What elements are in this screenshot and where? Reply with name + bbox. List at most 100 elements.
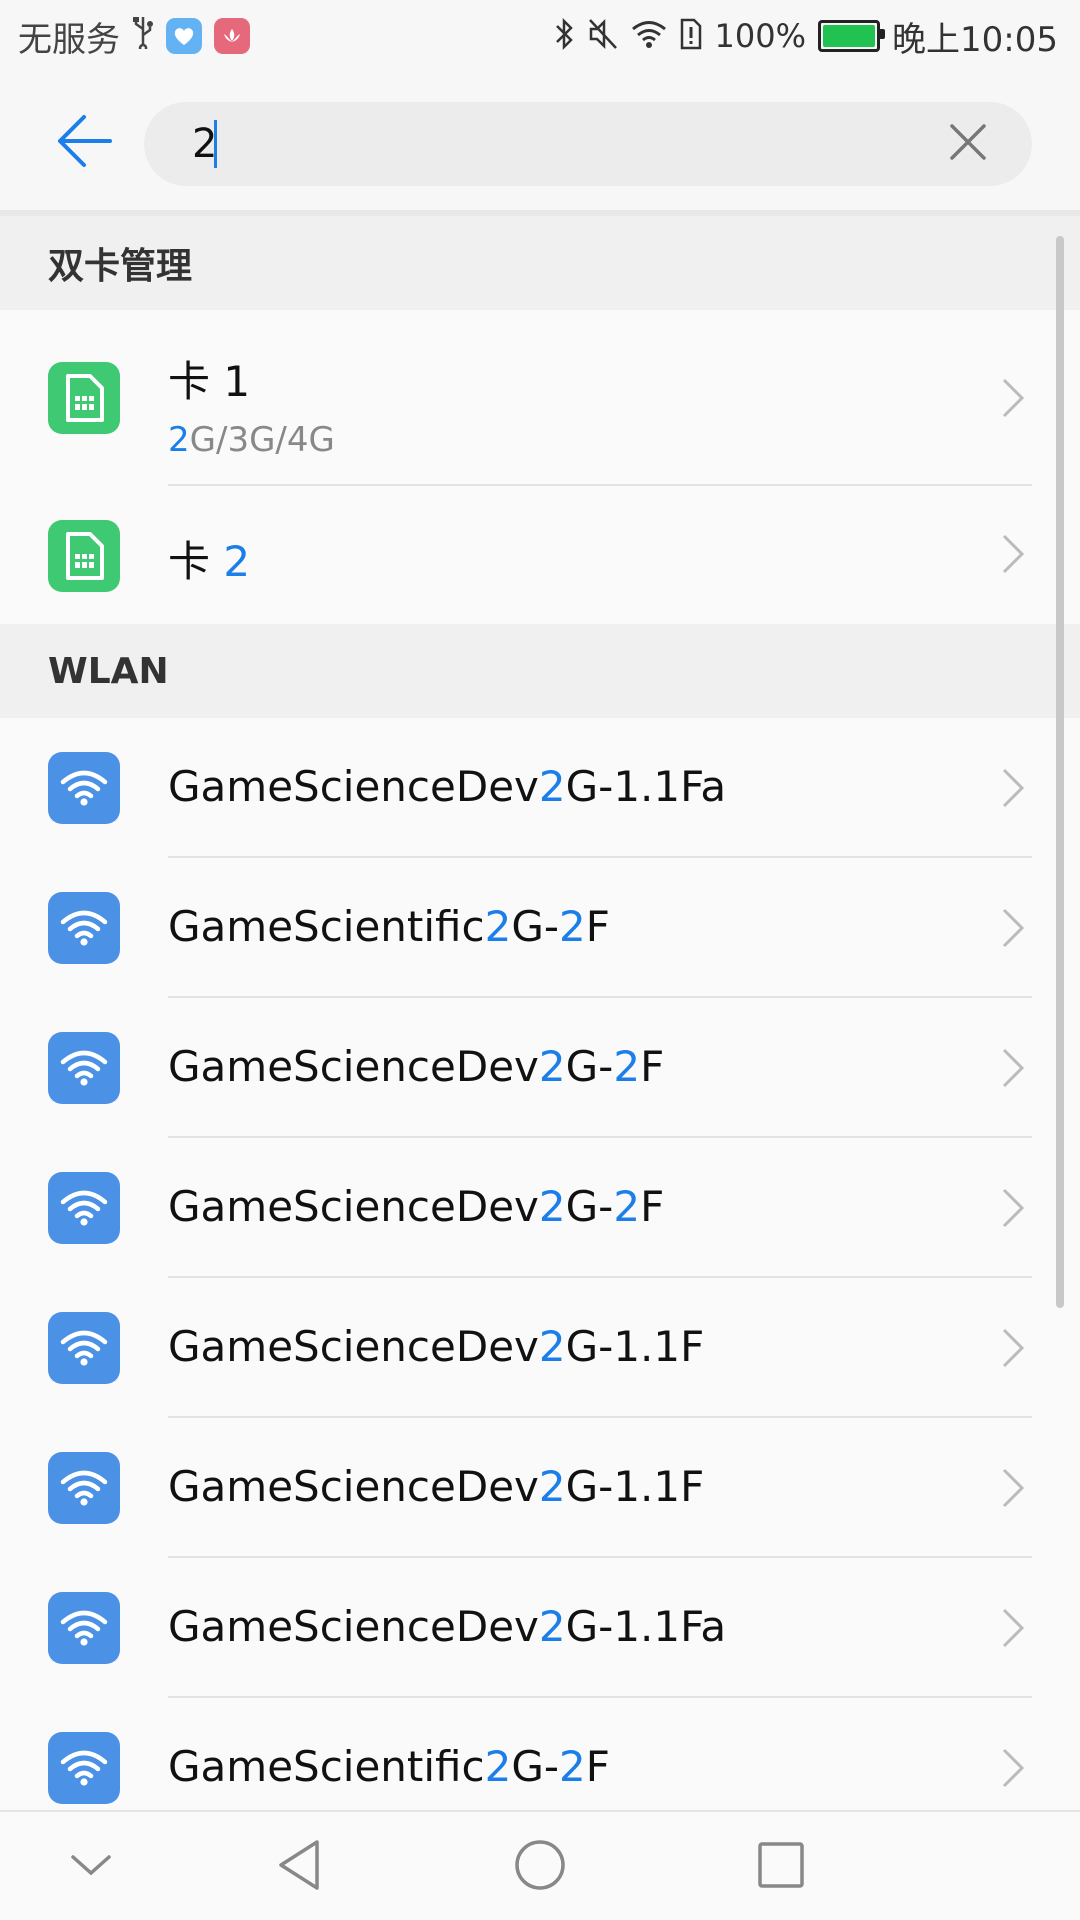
wifi-icon	[48, 1452, 120, 1524]
wifi-icon	[48, 752, 120, 824]
text-cursor	[214, 120, 217, 168]
wifi-icon	[48, 1032, 120, 1104]
wifi-icon	[48, 1172, 120, 1244]
ssid-text: G-	[511, 902, 560, 951]
ssid-text: G-1.1F	[565, 1462, 705, 1511]
ssid-text: GameScientific	[168, 1742, 485, 1791]
navigation-bar	[0, 1810, 1080, 1920]
mute-icon	[587, 17, 619, 55]
list-item-sim-2[interactable]: 卡 2	[0, 486, 1080, 624]
scrollbar[interactable]	[1056, 236, 1064, 1308]
ssid-text: G-	[565, 1042, 614, 1091]
match-highlight: 2	[538, 762, 566, 811]
wifi-signal-icon	[631, 19, 667, 53]
wlan-ssid: GameScienceDev2G-1.1F	[168, 1322, 704, 1371]
sim-1-networks: 2G/3G/4G	[168, 420, 335, 460]
list-item-wlan[interactable]: GameScienceDev2G-2F	[0, 1138, 1080, 1278]
back-arrow-icon	[54, 113, 114, 173]
match-highlight: 2	[613, 1182, 641, 1231]
search-results: 双卡管理 卡 1 2G/3G/4G 卡 2 WLAN GameScienceDe…	[0, 216, 1080, 1810]
sim-card-icon	[48, 362, 120, 434]
chevron-right-icon	[998, 1046, 1028, 1090]
search-header	[0, 72, 1080, 212]
status-right: 100% 晚上10:05	[553, 14, 1058, 60]
circle-home-icon	[513, 1838, 567, 1896]
ssid-text: F	[585, 1742, 610, 1791]
wlan-ssid: GameScienceDev2G-1.1F	[168, 1462, 704, 1511]
wifi-icon	[48, 1732, 120, 1804]
chevron-right-icon	[998, 532, 1028, 576]
wlan-ssid: GameScienceDev2G-1.1Fa	[168, 1602, 726, 1651]
match-highlight: 2	[223, 537, 251, 586]
ssid-text: G-	[511, 1742, 560, 1791]
match-highlight: 2	[613, 1042, 641, 1091]
list-item-wlan[interactable]: GameScientific2G-2F	[0, 1698, 1080, 1810]
carrier-label: 无服务	[18, 19, 120, 60]
match-highlight: 2	[484, 1742, 512, 1791]
match-highlight: 2	[538, 1462, 566, 1511]
chevron-right-icon	[998, 376, 1028, 420]
clock: 晚上10:05	[892, 19, 1058, 60]
battery-icon	[818, 20, 886, 52]
list-item-wlan[interactable]: GameScienceDev2G-1.1Fa	[0, 718, 1080, 858]
match-highlight: 2	[168, 420, 190, 460]
chevron-right-icon	[998, 1746, 1028, 1790]
match-highlight: 2	[538, 1602, 566, 1651]
list-item-wlan[interactable]: GameScienceDev2G-2F	[0, 998, 1080, 1138]
ssid-text: GameScienceDev	[168, 1182, 539, 1231]
search-box[interactable]	[144, 102, 1032, 186]
sim-alert-icon	[679, 17, 703, 55]
ssid-text: GameScienceDev	[168, 1322, 539, 1371]
ssid-text: G-1.1Fa	[565, 1602, 727, 1651]
ssid-text: GameScienceDev	[168, 1462, 539, 1511]
list-item-sim-1[interactable]: 卡 1 2G/3G/4G	[0, 310, 1080, 486]
list-item-wlan[interactable]: GameScienceDev2G-1.1Fa	[0, 1558, 1080, 1698]
status-bar: 无服务 100% 晚上10:05	[0, 0, 1080, 72]
ssid-text: GameScienceDev	[168, 1042, 539, 1091]
hide-nav-button[interactable]	[56, 1832, 126, 1902]
chevron-right-icon	[998, 1326, 1028, 1370]
title-text: 卡	[168, 537, 224, 586]
triangle-back-icon	[275, 1838, 323, 1896]
wlan-ssid: GameScientific2G-2F	[168, 1742, 610, 1791]
chevron-right-icon	[998, 766, 1028, 810]
battery-percent: 100%	[714, 17, 807, 55]
match-highlight: 2	[559, 902, 586, 951]
battery-fill	[823, 25, 876, 47]
ssid-text: F	[640, 1042, 665, 1091]
wlan-list: GameScienceDev2G-1.1Fa GameScientific2G-2…	[0, 718, 1080, 1810]
match-highlight: 2	[484, 902, 512, 951]
sim-1-title: 卡 1	[168, 348, 250, 409]
lotus-app-icon	[214, 18, 250, 54]
chevron-right-icon	[998, 1466, 1028, 1510]
wlan-ssid: GameScienceDev2G-1.1Fa	[168, 762, 726, 811]
match-highlight: 2	[538, 1322, 566, 1371]
nav-back-button[interactable]	[264, 1832, 334, 1902]
list-item-wlan[interactable]: GameScientific2G-2F	[0, 858, 1080, 998]
chevron-down-icon	[69, 1851, 113, 1883]
nav-home-button[interactable]	[505, 1832, 575, 1902]
match-highlight: 2	[538, 1182, 566, 1231]
match-highlight: 2	[559, 1742, 586, 1791]
bluetooth-icon	[553, 16, 575, 56]
ssid-text: GameScientific	[168, 902, 485, 951]
square-recents-icon	[756, 1840, 806, 1894]
ssid-text: G-	[565, 1182, 614, 1231]
ssid-text: F	[585, 902, 610, 951]
back-button[interactable]	[40, 106, 128, 180]
ssid-text: GameScienceDev	[168, 762, 539, 811]
status-left: 无服务	[18, 14, 250, 60]
list-item-wlan[interactable]: GameScienceDev2G-1.1F	[0, 1418, 1080, 1558]
section-header-dual-sim: 双卡管理	[0, 216, 1080, 310]
ssid-text: G-1.1Fa	[565, 762, 727, 811]
match-highlight: 2	[538, 1042, 566, 1091]
title-text: 卡 1	[168, 357, 251, 406]
clear-search-button[interactable]	[940, 116, 996, 172]
chevron-right-icon	[998, 1186, 1028, 1230]
wlan-ssid: GameScientific2G-2F	[168, 902, 610, 951]
sim-2-title: 卡 2	[168, 528, 250, 589]
list-item-wlan[interactable]: GameScienceDev2G-1.1F	[0, 1278, 1080, 1418]
search-input[interactable]	[192, 102, 912, 186]
nav-recents-button[interactable]	[746, 1832, 816, 1902]
chevron-right-icon	[998, 906, 1028, 950]
